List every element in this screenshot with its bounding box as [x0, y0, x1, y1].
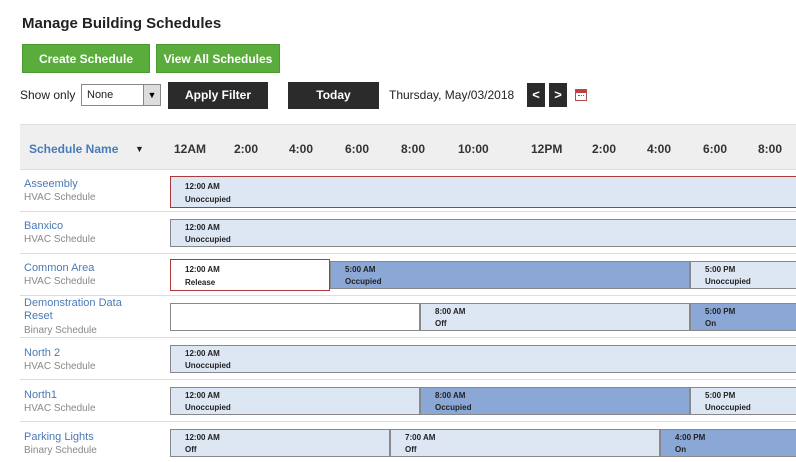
schedule-type: Binary Schedule [24, 325, 97, 336]
create-schedule-button[interactable]: Create Schedule [22, 44, 150, 73]
segment-state: Off [435, 319, 447, 328]
time-tick: 12PM [531, 142, 563, 156]
schedule-segment[interactable]: 12:00 AM Unoccupied [170, 219, 796, 247]
segment-state: Off [405, 445, 417, 454]
segment-time: 5:00 PM [705, 265, 736, 274]
schedule-segment[interactable]: 12:00 AM Unoccupied [170, 387, 420, 415]
schedule-segment[interactable]: 5:00 PM Unoccupied [690, 261, 796, 289]
page-title: Manage Building Schedules [22, 15, 222, 32]
segment-time: 8:00 AM [435, 307, 466, 316]
segment-state: Unoccupied [185, 403, 231, 412]
calendar-icon[interactable] [575, 89, 587, 101]
segment-state: Unoccupied [705, 277, 751, 286]
schedule-segment[interactable]: 8:00 AM Occupied [420, 387, 690, 415]
row-divider [20, 379, 796, 380]
show-only-label: Show only [20, 88, 76, 102]
segment-time: 5:00 PM [705, 307, 736, 316]
segment-time: 4:00 PM [675, 433, 706, 442]
schedule-name-link[interactable]: Banxico [24, 220, 63, 233]
schedule-segment[interactable]: 12:00 AM Release [170, 259, 330, 291]
show-only-value: None [87, 89, 114, 101]
schedule-name-link[interactable]: North 2 [24, 347, 60, 360]
schedule-type: Binary Schedule [24, 445, 97, 456]
apply-filter-button[interactable]: Apply Filter [168, 82, 268, 109]
schedule-segment[interactable]: 7:00 AM Off [390, 429, 660, 457]
schedule-segment[interactable]: 12:00 AM Unoccupied [170, 345, 796, 373]
show-only-select[interactable]: None ▼ [81, 84, 161, 106]
segment-time: 5:00 AM [345, 265, 376, 274]
schedule-name-link[interactable]: Parking Lights [24, 431, 94, 444]
segment-state: Off [185, 445, 197, 454]
schedule-type: HVAC Schedule [24, 361, 96, 372]
segment-time: 8:00 AM [435, 391, 466, 400]
schedule-segment[interactable]: 5:00 AM Occupied [330, 261, 690, 289]
schedule-name-link[interactable]: Common Area [24, 262, 94, 275]
schedule-name-header[interactable]: Schedule Name [29, 142, 118, 156]
schedule-segment[interactable]: 5:00 PM Unoccupied [690, 387, 796, 415]
segment-state: Unoccupied [705, 403, 751, 412]
time-tick: 2:00 [234, 142, 259, 156]
prev-day-button[interactable]: < [527, 83, 545, 107]
row-divider [20, 211, 796, 212]
segment-state: Unoccupied [185, 361, 231, 370]
segment-state: Unoccupied [185, 235, 231, 244]
schedule-name-link[interactable]: North1 [24, 389, 57, 402]
schedule-name-link[interactable]: Demonstration Data Reset [24, 297, 122, 323]
schedule-segment[interactable]: 12:00 AM Off [170, 429, 390, 457]
time-tick: 8:00 [401, 142, 426, 156]
schedule-segment[interactable]: 8:00 AM Off [420, 303, 690, 331]
time-tick: 4:00 [289, 142, 314, 156]
view-all-schedules-button[interactable]: View All Schedules [156, 44, 280, 73]
time-tick: 6:00 [345, 142, 370, 156]
segment-state: Occupied [435, 403, 472, 412]
current-date: Thursday, May/03/2018 [389, 88, 515, 102]
schedule-name-line: Demonstration Data [24, 297, 122, 309]
schedule-name-link[interactable]: Asseembly [24, 178, 78, 191]
segment-state: Release [185, 278, 216, 287]
schedule-type: HVAC Schedule [24, 276, 96, 287]
time-tick: 4:00 [647, 142, 672, 156]
schedule-segment[interactable]: 5:00 PM On [690, 303, 796, 331]
row-divider [20, 253, 796, 254]
sort-down-icon[interactable]: ▼ [135, 144, 144, 154]
time-tick: 10:00 [458, 142, 489, 156]
segment-state: On [675, 445, 687, 454]
schedule-segment[interactable]: 4:00 PM On [660, 429, 796, 457]
row-divider [20, 421, 796, 422]
segment-state: Occupied [345, 277, 382, 286]
time-tick: 2:00 [592, 142, 617, 156]
segment-state: Unoccupied [185, 195, 231, 204]
segment-time: 12:00 AM [185, 349, 220, 358]
segment-time: 5:00 PM [705, 391, 736, 400]
segment-time: 12:00 AM [185, 265, 220, 274]
time-tick: 12AM [174, 142, 207, 156]
schedule-segment[interactable] [170, 303, 420, 331]
schedule-name-line: Reset [24, 310, 53, 322]
time-tick: 6:00 [703, 142, 728, 156]
segment-state: On [705, 319, 717, 328]
segment-time: 12:00 AM [185, 223, 220, 232]
segment-time: 12:00 AM [185, 433, 220, 442]
schedule-type: HVAC Schedule [24, 234, 96, 245]
row-divider [20, 295, 796, 296]
row-divider [20, 337, 796, 338]
schedule-type: HVAC Schedule [24, 192, 96, 203]
segment-time: 12:00 AM [185, 182, 220, 191]
segment-time: 12:00 AM [185, 391, 220, 400]
today-button[interactable]: Today [288, 82, 379, 109]
time-tick: 8:00 [758, 142, 783, 156]
schedule-segment[interactable]: 12:00 AM Unoccupied [170, 176, 796, 208]
segment-time: 7:00 AM [405, 433, 436, 442]
chevron-down-icon[interactable]: ▼ [143, 85, 160, 105]
next-day-button[interactable]: > [549, 83, 567, 107]
schedule-type: HVAC Schedule [24, 403, 96, 414]
